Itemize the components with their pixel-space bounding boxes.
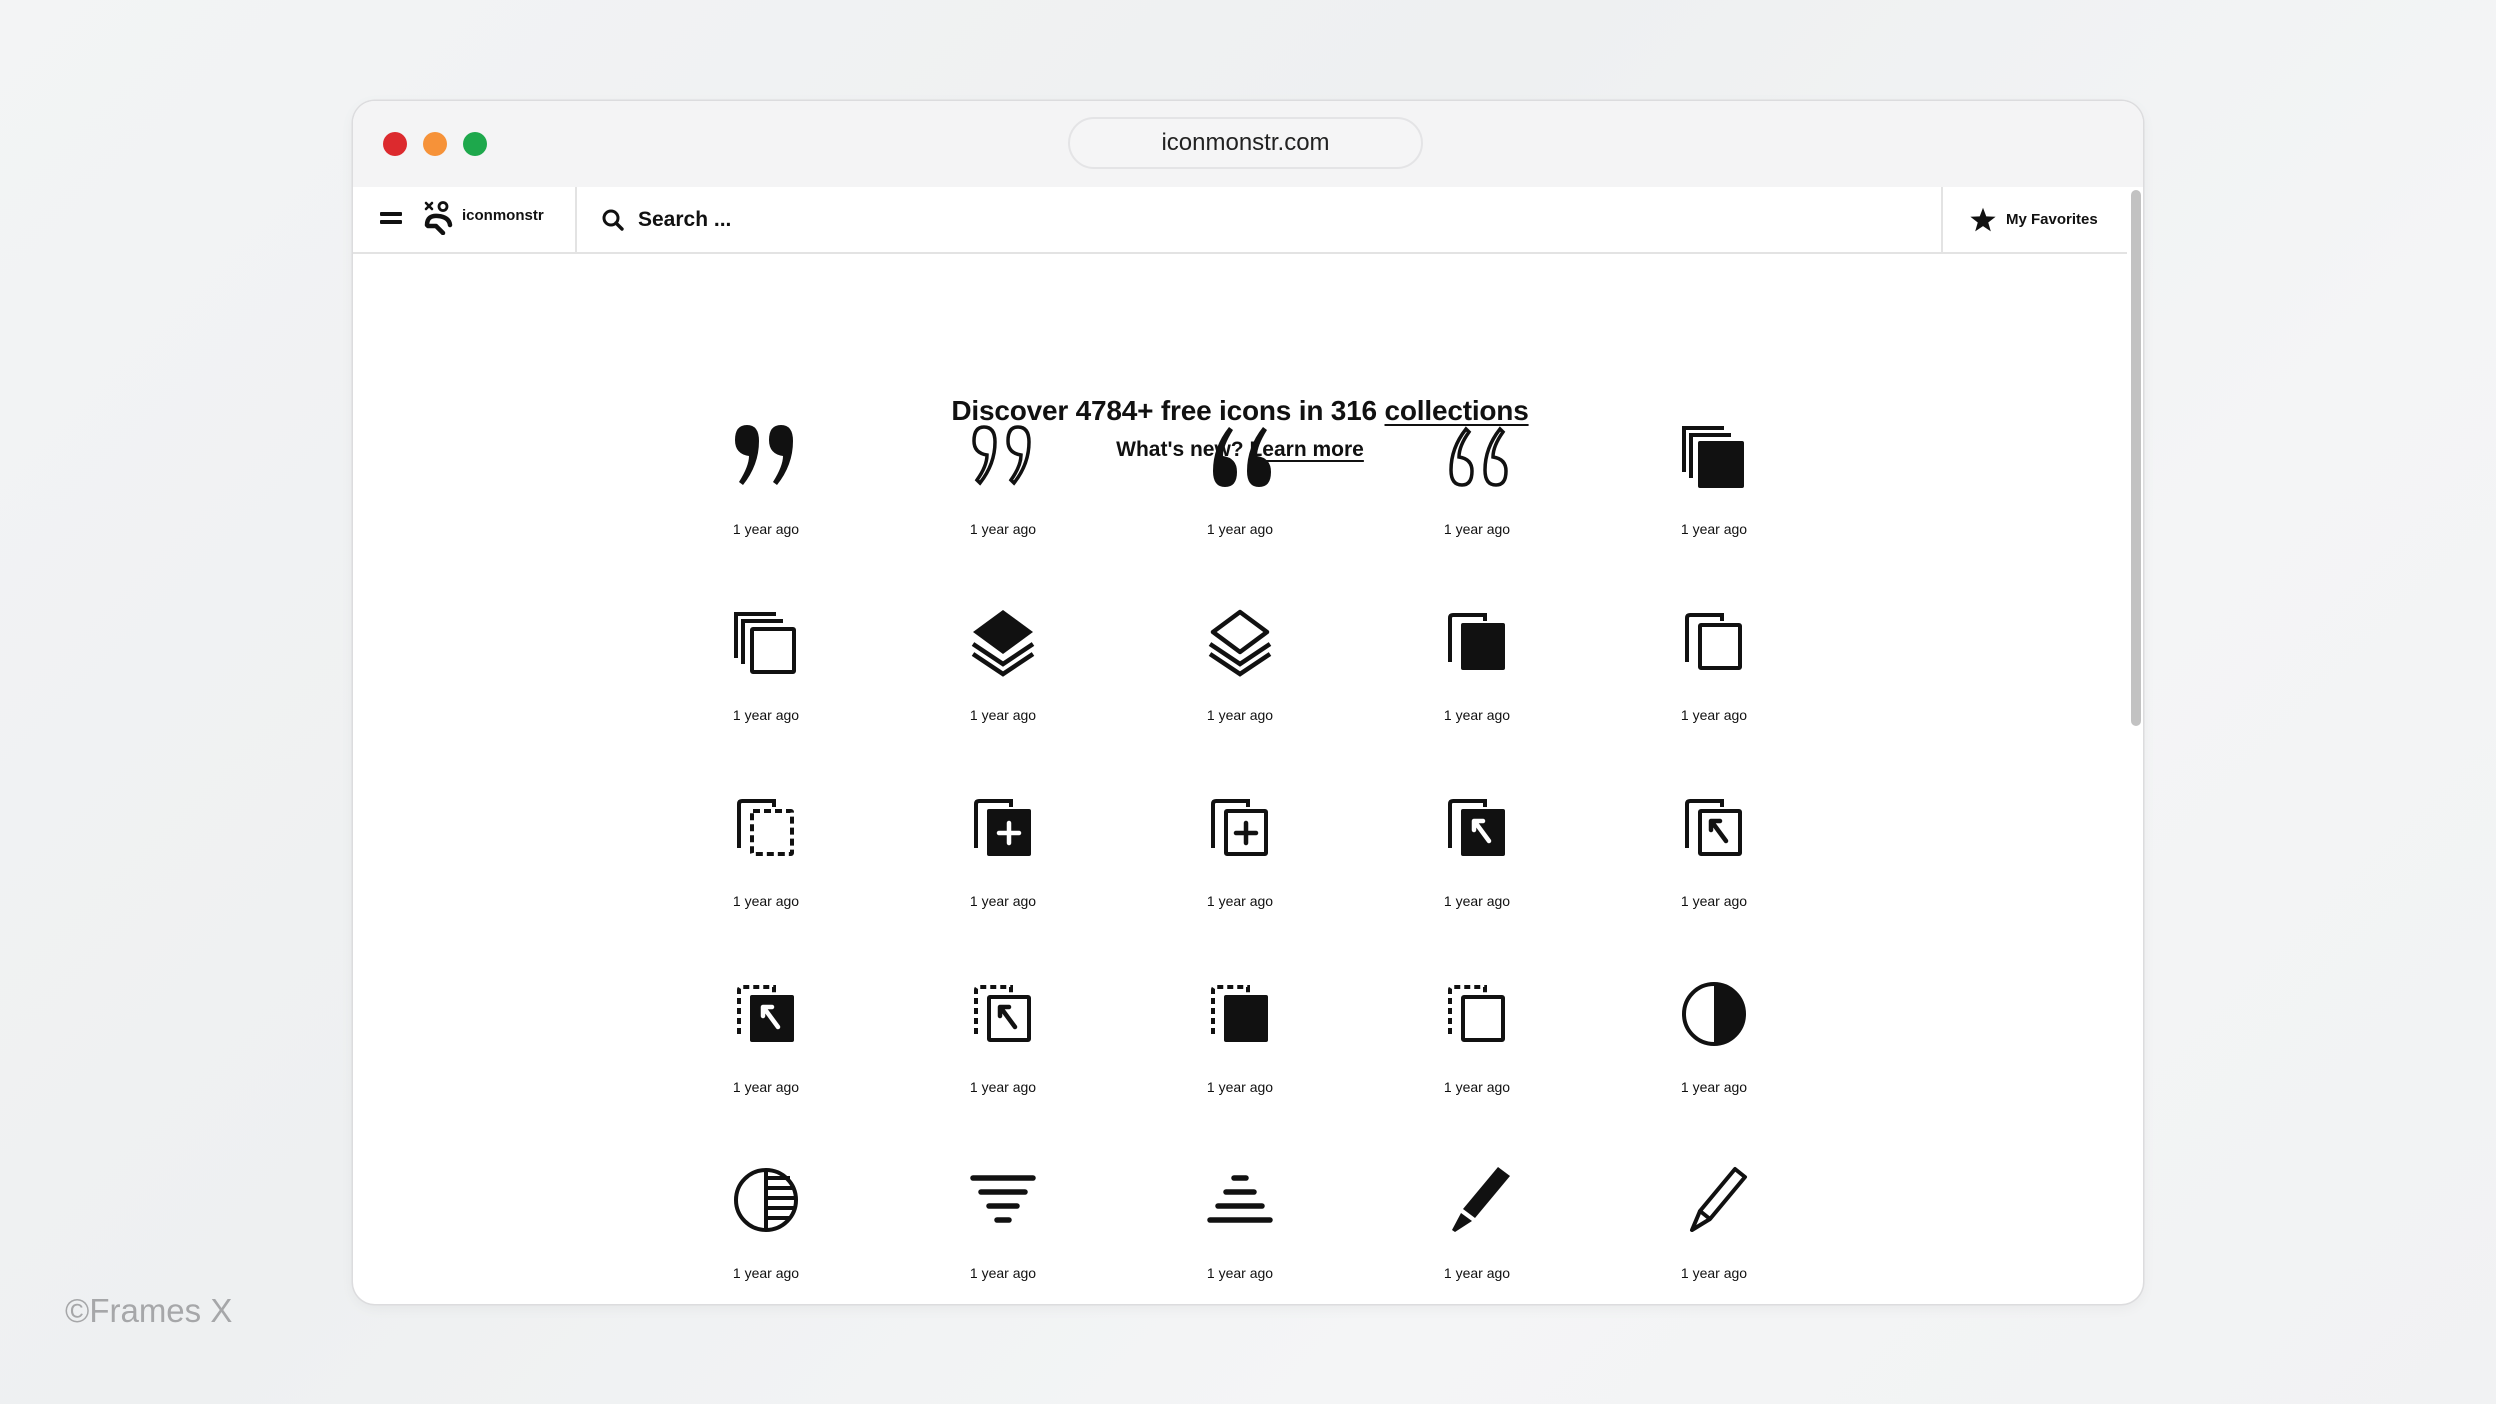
icon-timestamp: 1 year ago (969, 521, 1037, 537)
icon-card[interactable]: 1 year ago (666, 792, 866, 962)
star-icon (1970, 207, 1996, 232)
icon-timestamp: 1 year ago (732, 1265, 800, 1281)
copy-filled-icon (1448, 613, 1505, 670)
icon-card[interactable]: 1 year ago (666, 978, 866, 1148)
icon-timestamp: 1 year ago (1680, 893, 1748, 909)
icon-card[interactable]: 1 year ago (903, 792, 1103, 962)
icon-card[interactable]: 1 year ago (903, 1164, 1103, 1304)
icon-timestamp: 1 year ago (1443, 521, 1511, 537)
icon-card[interactable]: 1 year ago (903, 978, 1103, 1148)
watermark: ©Frames X (65, 1292, 233, 1329)
copy-outline-icon (1685, 613, 1742, 670)
icon-card[interactable]: 1 year ago (903, 606, 1103, 776)
icon-timestamp: 1 year ago (1206, 1079, 1274, 1095)
site-navbar: iconmonstr My Favorites (353, 187, 2127, 254)
icon-grid: 1 year ago 1 year ago 1 year ago 1 year ago… (353, 254, 2127, 1304)
address-bar[interactable]: iconmonstr.com (1068, 117, 1423, 169)
copy-add-filled-icon (974, 799, 1031, 856)
dashed-copy-filled-icon (1211, 985, 1268, 1042)
icon-card[interactable]: 1 year ago (1614, 978, 1814, 1148)
icon-timestamp: 1 year ago (1443, 1079, 1511, 1095)
icon-timestamp: 1 year ago (1443, 707, 1511, 723)
icon-card[interactable]: 1 year ago (1377, 420, 1577, 590)
icon-card[interactable]: 1 year ago (1377, 792, 1577, 962)
copy-add-outline-icon (1211, 799, 1268, 856)
stack-outline-icon (734, 612, 796, 674)
icon-card[interactable]: 1 year ago (1377, 978, 1577, 1148)
nav-brand: iconmonstr (353, 187, 577, 252)
icon-timestamp: 1 year ago (1680, 707, 1748, 723)
icon-timestamp: 1 year ago (969, 1265, 1037, 1281)
icon-card[interactable]: 1 year ago (666, 420, 866, 590)
filter-lines-icon (970, 1175, 1036, 1223)
icon-card[interactable]: 1 year ago (1614, 420, 1814, 590)
icon-card[interactable]: 1 year ago (1377, 606, 1577, 776)
icon-timestamp: 1 year ago (969, 1079, 1037, 1095)
icon-card[interactable]: 1 year ago (1140, 792, 1340, 962)
icon-timestamp: 1 year ago (1680, 1079, 1748, 1095)
main-content: Discover 4784+ free icons in 316 collect… (353, 254, 2127, 1304)
favorites-label: My Favorites (2006, 211, 2098, 228)
icon-card[interactable]: 1 year ago (666, 606, 866, 776)
icon-timestamp: 1 year ago (732, 521, 800, 537)
icon-timestamp: 1 year ago (732, 707, 800, 723)
icon-card[interactable]: 1 year ago (1614, 1164, 1814, 1304)
icon-card[interactable]: 1 year ago (1140, 1164, 1340, 1304)
quote-right-filled-icon (735, 425, 793, 485)
contrast-half-icon (1682, 982, 1746, 1046)
maximize-button[interactable] (463, 132, 487, 156)
icon-timestamp: 1 year ago (1443, 1265, 1511, 1281)
icon-timestamp: 1 year ago (1206, 707, 1274, 723)
dashed-copy-arrow-outline-icon (974, 985, 1031, 1042)
dashed-copy-outline-icon (1448, 985, 1505, 1042)
icon-card[interactable]: 1 year ago (666, 1164, 866, 1304)
layers-outline-icon (1208, 609, 1272, 677)
copy-arrow-outline-icon (1685, 799, 1742, 856)
close-button[interactable] (383, 132, 407, 156)
icon-card[interactable]: 1 year ago (1614, 606, 1814, 776)
minimize-button[interactable] (423, 132, 447, 156)
contrast-striped-icon (734, 1168, 798, 1232)
copy-dashed-icon (737, 799, 794, 856)
quote-left-filled-icon (1213, 427, 1271, 487)
pyramid-lines-icon (1207, 1175, 1273, 1223)
icon-timestamp: 1 year ago (969, 893, 1037, 909)
icon-timestamp: 1 year ago (1206, 521, 1274, 537)
title-bar: iconmonstr.com (353, 101, 2143, 187)
pencil-filled-icon (1452, 1167, 1510, 1232)
icon-timestamp: 1 year ago (1443, 893, 1511, 909)
icon-timestamp: 1 year ago (1680, 1265, 1748, 1281)
layers-filled-icon (971, 610, 1035, 677)
icon-card[interactable]: 1 year ago (1614, 792, 1814, 962)
icon-timestamp: 1 year ago (969, 707, 1037, 723)
icon-timestamp: 1 year ago (1206, 893, 1274, 909)
my-favorites-button[interactable]: My Favorites (1941, 187, 2127, 252)
dashed-copy-arrow-filled-icon (737, 985, 794, 1042)
icon-card[interactable]: 1 year ago (903, 420, 1103, 590)
copy-arrow-filled-icon (1448, 799, 1505, 856)
quote-left-outline-icon (1449, 426, 1508, 487)
stack-filled-icon (1682, 426, 1744, 488)
icon-timestamp: 1 year ago (1680, 521, 1748, 537)
icon-card[interactable]: 1 year ago (1140, 606, 1340, 776)
icon-card[interactable]: 1 year ago (1140, 978, 1340, 1148)
hamburger-icon[interactable] (380, 210, 402, 226)
icon-card[interactable]: 1 year ago (1377, 1164, 1577, 1304)
icon-card[interactable]: 1 year ago (1140, 420, 1340, 590)
search-icon (602, 209, 624, 231)
pencil-outline-icon (1690, 1167, 1747, 1232)
browser-window: iconmonstr.com iconmonstr My Favorites (353, 101, 2143, 1304)
iconmonstr-logo-icon[interactable] (423, 201, 453, 235)
logo-text[interactable]: iconmonstr (462, 207, 544, 224)
url-text: iconmonstr.com (1161, 129, 1330, 156)
scrollbar-thumb[interactable] (2131, 190, 2141, 726)
search-input[interactable] (638, 199, 1838, 241)
quote-right-outline-icon (972, 425, 1031, 486)
icon-timestamp: 1 year ago (732, 893, 800, 909)
icon-timestamp: 1 year ago (732, 1079, 800, 1095)
icon-timestamp: 1 year ago (1206, 1265, 1274, 1281)
